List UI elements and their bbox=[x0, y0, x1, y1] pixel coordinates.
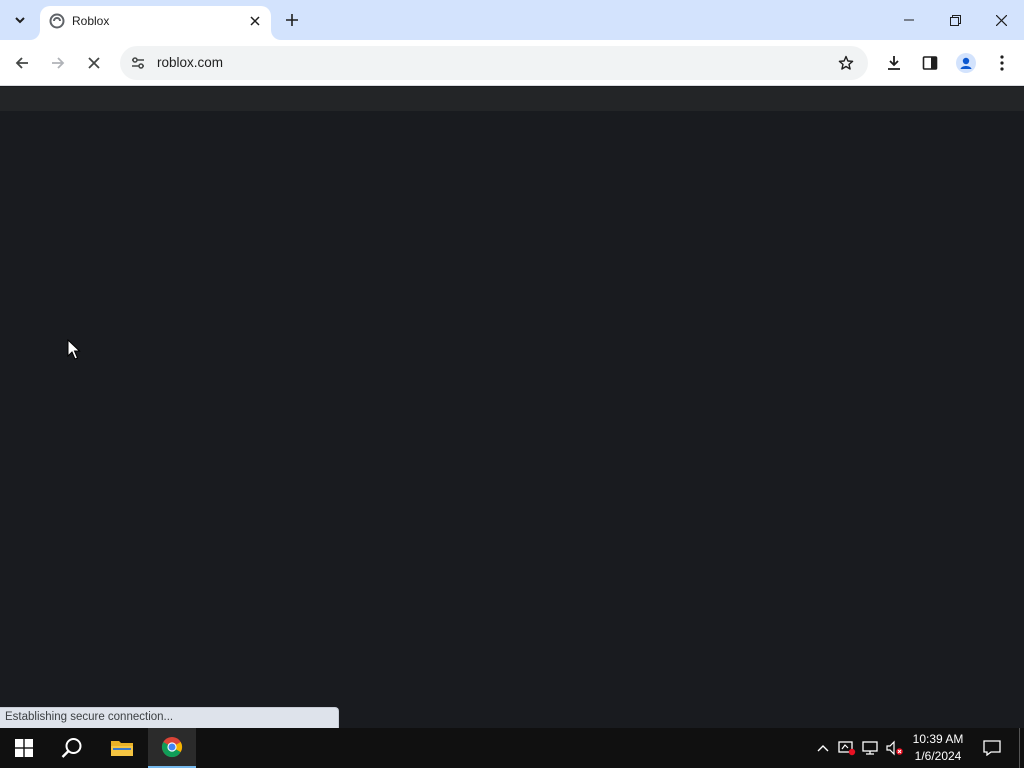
plus-icon bbox=[286, 14, 298, 26]
new-tab-button[interactable] bbox=[280, 8, 304, 32]
bookmark-button[interactable] bbox=[834, 51, 858, 75]
downloads-button[interactable] bbox=[878, 47, 910, 79]
clock-date: 1/6/2024 bbox=[914, 749, 962, 763]
profile-icon bbox=[956, 53, 976, 73]
roblox-favicon-icon bbox=[49, 13, 65, 29]
taskbar: 10:39 AM 1/6/2024 bbox=[0, 728, 1024, 768]
close-icon bbox=[250, 16, 260, 26]
notifications-button[interactable] bbox=[978, 728, 1006, 768]
tab-strip: Roblox bbox=[0, 0, 1024, 40]
clock-time: 10:39 AM bbox=[912, 732, 964, 746]
side-panel-icon bbox=[922, 56, 938, 70]
profile-button[interactable] bbox=[950, 47, 982, 79]
search-button[interactable] bbox=[48, 728, 96, 768]
close-window-button[interactable] bbox=[978, 0, 1024, 40]
tray-network-button[interactable] bbox=[860, 728, 882, 768]
forward-button[interactable] bbox=[42, 47, 74, 79]
browser-toolbar: roblox.com bbox=[0, 40, 1024, 86]
back-button[interactable] bbox=[6, 47, 38, 79]
stop-loading-icon bbox=[88, 57, 100, 69]
minimize-button[interactable] bbox=[886, 0, 932, 40]
chevron-down-icon bbox=[15, 17, 25, 24]
restore-icon bbox=[949, 14, 961, 26]
windows-logo-icon bbox=[15, 739, 33, 757]
mouse-cursor-icon bbox=[67, 339, 81, 360]
stop-loading-button[interactable] bbox=[78, 47, 110, 79]
chrome-taskbar-button[interactable] bbox=[148, 728, 196, 768]
address-bar[interactable]: roblox.com bbox=[120, 46, 868, 80]
taskbar-clock[interactable]: 10:39 AM 1/6/2024 bbox=[908, 731, 968, 765]
page-top-bar bbox=[0, 87, 1024, 111]
download-icon bbox=[888, 56, 900, 70]
security-alert-icon bbox=[838, 741, 856, 756]
tray-volume-button[interactable] bbox=[884, 728, 906, 768]
site-info-button[interactable] bbox=[126, 51, 150, 75]
minimize-icon bbox=[904, 19, 914, 21]
show-desktop-button[interactable] bbox=[1019, 728, 1024, 768]
url-text[interactable]: roblox.com bbox=[157, 55, 223, 70]
show-hidden-icons-button[interactable] bbox=[812, 728, 834, 768]
folder-icon bbox=[111, 741, 133, 756]
notification-icon bbox=[983, 740, 1001, 756]
kebab-menu-icon bbox=[1000, 55, 1004, 71]
arrow-left-icon bbox=[15, 57, 28, 69]
status-text: Establishing secure connection... bbox=[5, 711, 174, 723]
restore-button[interactable] bbox=[932, 0, 978, 40]
tab-title: Roblox bbox=[72, 14, 110, 28]
chevron-up-icon bbox=[817, 745, 829, 752]
side-panel-button[interactable] bbox=[914, 47, 946, 79]
network-icon bbox=[862, 741, 878, 755]
tray-security-button[interactable] bbox=[836, 728, 858, 768]
page-content: Establishing secure connection... bbox=[0, 87, 1024, 728]
menu-button[interactable] bbox=[986, 47, 1018, 79]
file-explorer-button[interactable] bbox=[98, 728, 146, 768]
close-icon bbox=[995, 14, 1007, 26]
search-icon bbox=[61, 738, 82, 758]
star-icon bbox=[838, 55, 854, 70]
chrome-icon bbox=[161, 737, 183, 758]
tab-roblox[interactable]: Roblox bbox=[40, 6, 271, 40]
status-bubble: Establishing secure connection... bbox=[0, 707, 339, 728]
volume-muted-icon bbox=[886, 740, 903, 756]
tab-close-button[interactable] bbox=[245, 11, 265, 31]
arrow-right-icon bbox=[52, 57, 65, 69]
start-button[interactable] bbox=[0, 728, 48, 768]
tune-icon bbox=[132, 57, 144, 69]
